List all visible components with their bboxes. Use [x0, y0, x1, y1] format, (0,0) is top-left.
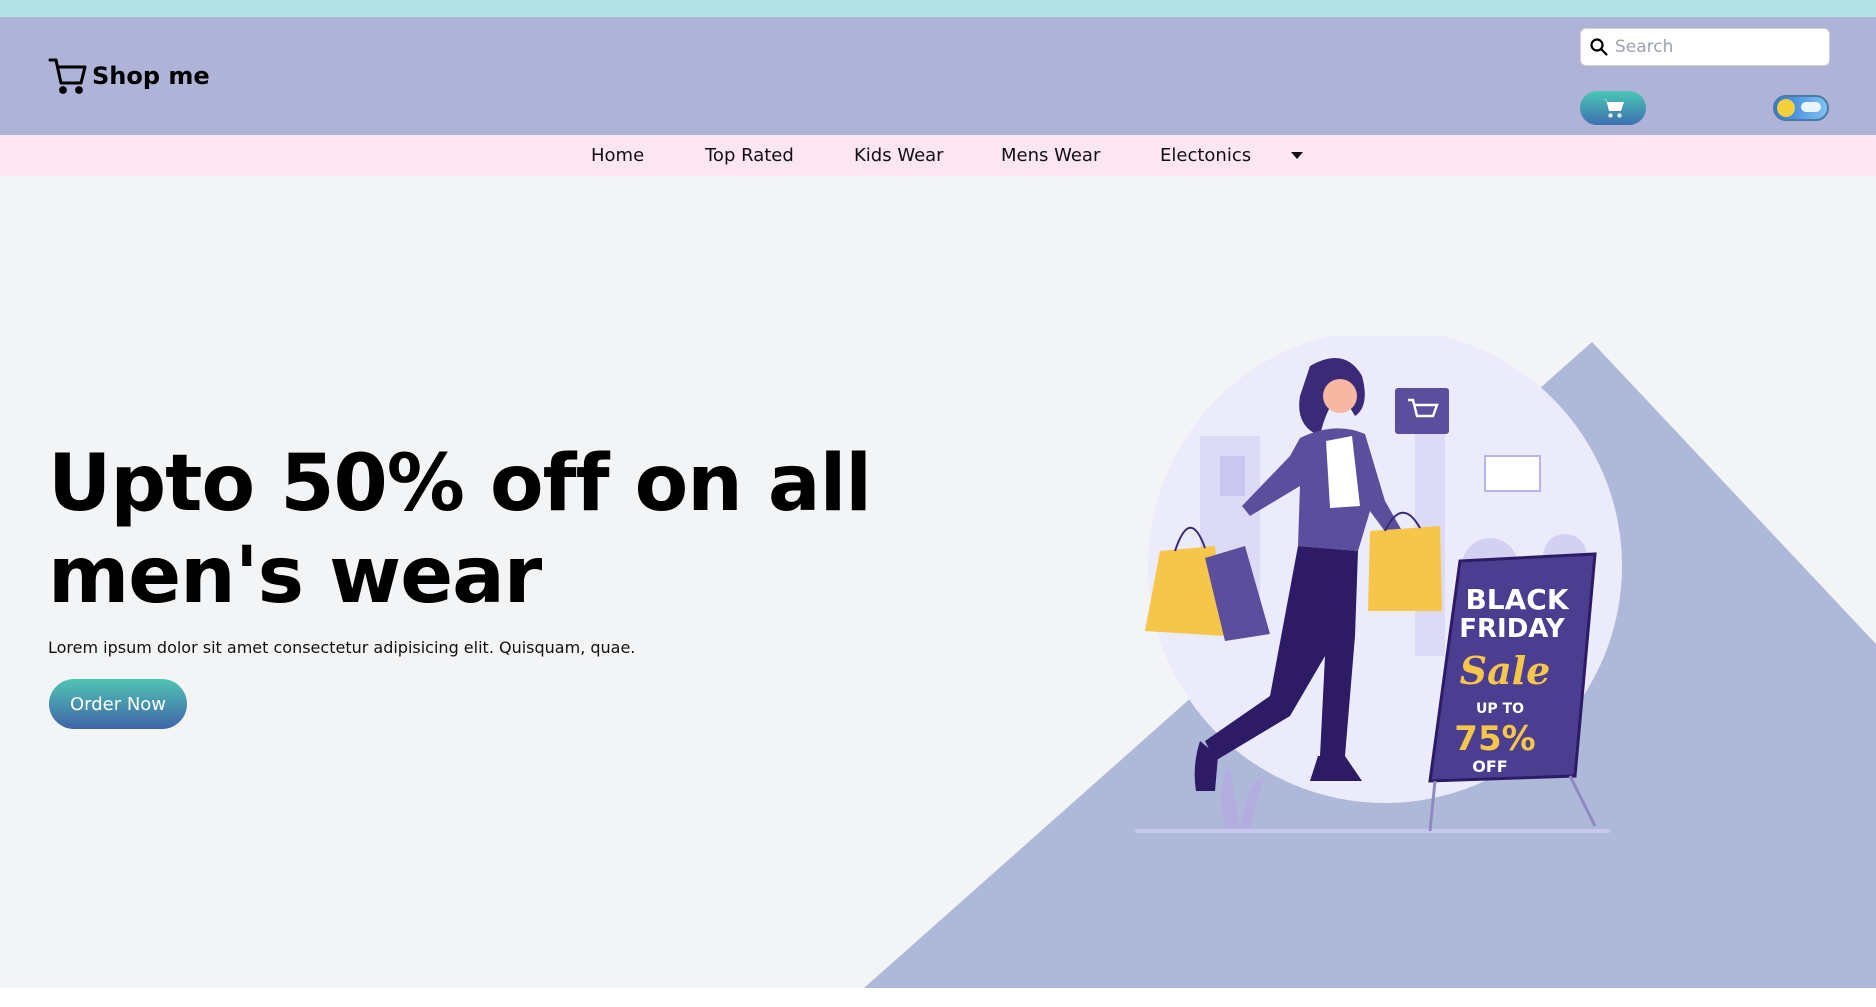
sign-text-up-to: UP TO: [1476, 701, 1524, 717]
store-window: [1220, 456, 1245, 496]
hanging-sign: [1484, 455, 1541, 492]
brand-logo[interactable]: Shop me: [48, 57, 210, 95]
sign-text-75: 75%: [1454, 719, 1535, 759]
hero-headline: Upto 50% off on all men's wear: [48, 438, 948, 622]
shopping-bag-yellow-right: [1368, 526, 1442, 611]
hero-subtext: Lorem ipsum dolor sit amet consectetur a…: [48, 638, 636, 657]
plant: [1221, 766, 1265, 828]
cart-sign: [1395, 388, 1449, 434]
sign-text-off: OFF: [1472, 757, 1507, 776]
top-strip: [0, 0, 1876, 17]
nav-list: Home Top Rated Kids Wear Mens Wear Elect…: [0, 135, 1876, 176]
nav-item-home[interactable]: Home: [591, 145, 644, 166]
sign-text-black: BLACK: [1465, 583, 1569, 616]
nav-item-electonics[interactable]: Electonics: [1160, 145, 1251, 166]
sign-text-friday: FRIDAY: [1459, 614, 1566, 644]
floor-line: [1135, 829, 1610, 833]
sign-leg-right: [1568, 775, 1597, 827]
hero-headline-line1: Upto 50% off on all: [48, 439, 872, 529]
main-nav: Home Top Rated Kids Wear Mens Wear Elect…: [0, 135, 1876, 176]
sign-text-sale: Sale: [1460, 648, 1551, 693]
search-icon: [1590, 38, 1608, 56]
hero-section: Upto 50% off on all men's wear Lorem ips…: [0, 176, 1876, 988]
woman-face: [1323, 379, 1357, 413]
nav-item-top-rated[interactable]: Top Rated: [705, 145, 794, 166]
sun-icon: [1777, 99, 1795, 117]
cart-icon: [1602, 99, 1624, 118]
cart-button[interactable]: [1580, 91, 1646, 125]
cloud-icon: [1801, 102, 1821, 112]
theme-toggle[interactable]: [1773, 95, 1829, 121]
brand-name: Shop me: [92, 62, 210, 90]
search-input[interactable]: [1615, 37, 1815, 57]
order-now-button[interactable]: Order Now: [49, 679, 187, 729]
site-header: Shop me: [0, 17, 1876, 135]
nav-item-mens-wear[interactable]: Mens Wear: [1001, 145, 1100, 166]
shopping-cart-icon: [48, 58, 87, 94]
black-friday-shopping-illustration: BLACK FRIDAY Sale UP TO 75% OFF: [1135, 336, 1622, 833]
caret-down-icon[interactable]: [1291, 152, 1303, 159]
hero-headline-line2: men's wear: [48, 531, 542, 621]
search-bar[interactable]: [1580, 28, 1830, 66]
nav-item-kids-wear[interactable]: Kids Wear: [854, 145, 944, 166]
